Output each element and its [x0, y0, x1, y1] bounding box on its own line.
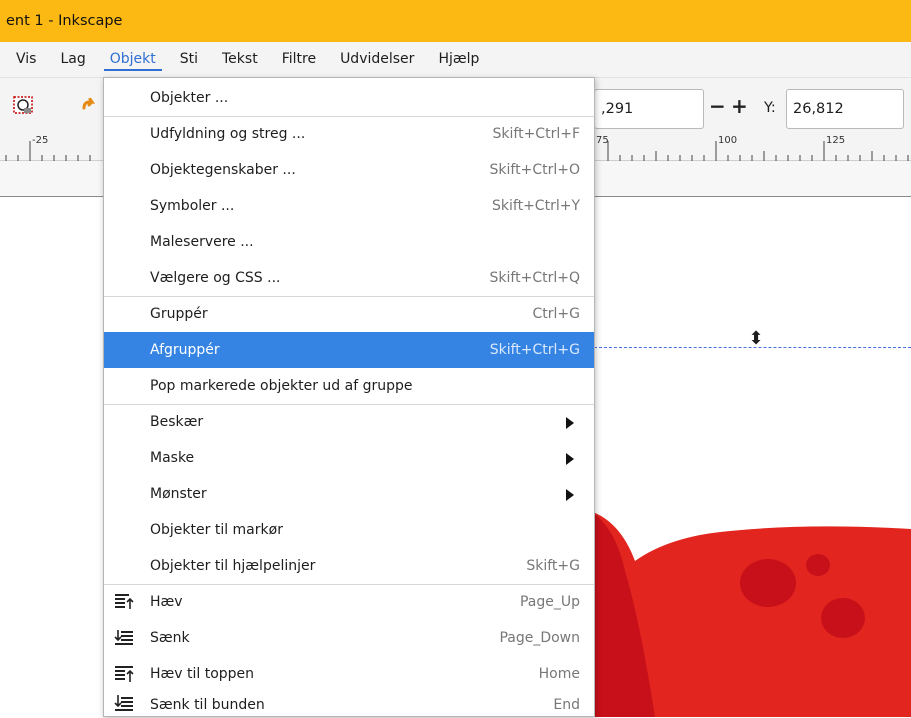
menu-udvidelser[interactable]: Udvidelser: [328, 42, 426, 77]
menu-item-label: Hæv: [150, 594, 183, 610]
menu-item-label: Maske: [150, 450, 195, 466]
menu-item-label: Objekter ...: [150, 90, 229, 106]
lower-to-bottom-icon: [114, 694, 134, 714]
menu-item-shortcut: End: [553, 696, 580, 713]
menu-objekt[interactable]: Objekt: [98, 42, 168, 77]
menu-item-afgrupper[interactable]: Afgruppér Skift+Ctrl+G: [104, 332, 594, 368]
menu-item-pop-markerede-objekter[interactable]: Pop markerede objekter ud af gruppe: [104, 368, 594, 404]
submenu-arrow-icon: [566, 489, 574, 501]
menu-item-label: Hæv til toppen: [150, 666, 255, 682]
menu-tekst[interactable]: Tekst: [210, 42, 270, 77]
x-position-value: ,291: [601, 101, 634, 117]
menu-item-label: Objekter til markør: [150, 522, 283, 538]
menu-item-haev-til-toppen[interactable]: Hæv til toppen Home: [104, 656, 594, 692]
menu-item-objekter-til-hjaelpelinjer[interactable]: Objekter til hjælpelinjer Skift+G: [104, 548, 594, 584]
menu-item-label: Beskær: [150, 414, 204, 430]
menu-item-maske[interactable]: Maske: [104, 440, 594, 476]
menu-item-vaelgere-og-css[interactable]: Vælgere og CSS ... Skift+Ctrl+Q: [104, 260, 594, 296]
menu-item-maleservere[interactable]: Maleservere ...: [104, 224, 594, 260]
menu-item-label: Objektegenskaber ...: [150, 162, 296, 178]
red-blob-shape[interactable]: [560, 501, 911, 717]
window-title-bar: ent 1 - Inkscape: [0, 0, 911, 42]
menu-item-label: Sænk til bunden: [150, 696, 265, 713]
menu-item-objekter[interactable]: Objekter ...: [104, 80, 594, 116]
ruler-label: 75: [596, 135, 609, 146]
select-touch-icon[interactable]: [12, 94, 36, 122]
raise-icon: [114, 592, 134, 612]
menu-item-symboler[interactable]: Symboler ... Skift+Ctrl+Y: [104, 188, 594, 224]
x-increment-button[interactable]: +: [731, 94, 748, 118]
menu-lag[interactable]: Lag: [48, 42, 97, 77]
lower-icon: [114, 628, 134, 648]
y-position-field[interactable]: 26,812: [786, 89, 904, 129]
menu-hjaelp[interactable]: Hjælp: [426, 42, 491, 77]
scale-handle-icon[interactable]: ⬍: [748, 329, 764, 349]
menu-item-shortcut: Page_Up: [519, 594, 580, 610]
ruler-label: -25: [32, 135, 49, 146]
menu-item-label: Pop markerede objekter ud af gruppe: [150, 378, 413, 394]
menu-item-saenk[interactable]: Sænk Page_Down: [104, 620, 594, 656]
x-decrement-button[interactable]: −: [709, 94, 726, 118]
menu-item-label: Vælgere og CSS ...: [150, 270, 281, 286]
menu-item-monster[interactable]: Mønster: [104, 476, 594, 512]
menu-item-shortcut: Page_Down: [499, 630, 580, 646]
rotate-icon[interactable]: [80, 97, 100, 122]
menu-item-label: Objekter til hjælpelinjer: [150, 558, 316, 574]
ruler-label: 100: [718, 135, 738, 146]
menu-item-beskaer[interactable]: Beskær: [104, 404, 594, 440]
menu-item-label: Mønster: [150, 486, 207, 502]
menu-item-shortcut: Ctrl+G: [532, 306, 581, 322]
y-position-value: 26,812: [793, 101, 844, 117]
menu-item-shortcut: Skift+Ctrl+Q: [489, 270, 580, 286]
menu-filtre[interactable]: Filtre: [270, 42, 328, 77]
menu-item-haev[interactable]: Hæv Page_Up: [104, 584, 594, 620]
menu-item-objekter-til-markor[interactable]: Objekter til markør: [104, 512, 594, 548]
menu-vis[interactable]: Vis: [4, 42, 48, 77]
menu-item-label: Afgruppér: [150, 342, 220, 358]
menu-item-label: Maleservere ...: [150, 234, 254, 250]
menu-item-label: Sænk: [150, 630, 190, 646]
menu-item-shortcut: Skift+Ctrl+O: [489, 162, 580, 178]
window-title: ent 1 - Inkscape: [6, 13, 123, 29]
submenu-arrow-icon: [566, 417, 574, 429]
submenu-arrow-icon: [566, 453, 574, 465]
ruler-label: 125: [826, 135, 846, 146]
menu-item-shortcut: Skift+G: [526, 558, 580, 574]
menu-item-objektegenskaber[interactable]: Objektegenskaber ... Skift+Ctrl+O: [104, 152, 594, 188]
menu-sti[interactable]: Sti: [168, 42, 210, 77]
menu-item-shortcut: Home: [538, 666, 580, 682]
menu-item-label: Udfyldning og streg ...: [150, 126, 306, 142]
menu-item-label: Symboler ...: [150, 198, 235, 214]
x-position-field[interactable]: ,291: [594, 89, 704, 129]
menu-item-label: Gruppér: [150, 306, 208, 322]
menu-item-shortcut: Skift+Ctrl+G: [489, 342, 580, 358]
menu-bar: Vis Lag Objekt Sti Tekst Filtre Udvidels…: [0, 42, 911, 77]
menu-item-grupper[interactable]: Gruppér Ctrl+G: [104, 296, 594, 332]
menu-item-shortcut: Skift+Ctrl+F: [492, 126, 580, 142]
menu-item-shortcut: Skift+Ctrl+Y: [492, 198, 580, 214]
menu-item-udfyldning-og-streg[interactable]: Udfyldning og streg ... Skift+Ctrl+F: [104, 116, 594, 152]
raise-to-top-icon: [114, 664, 134, 684]
menu-item-saenk-til-bunden[interactable]: Sænk til bunden End: [104, 692, 594, 717]
y-position-label: Y:: [764, 100, 776, 116]
objekt-dropdown-menu: Objekter ... Udfyldning og streg ... Ski…: [103, 77, 595, 717]
